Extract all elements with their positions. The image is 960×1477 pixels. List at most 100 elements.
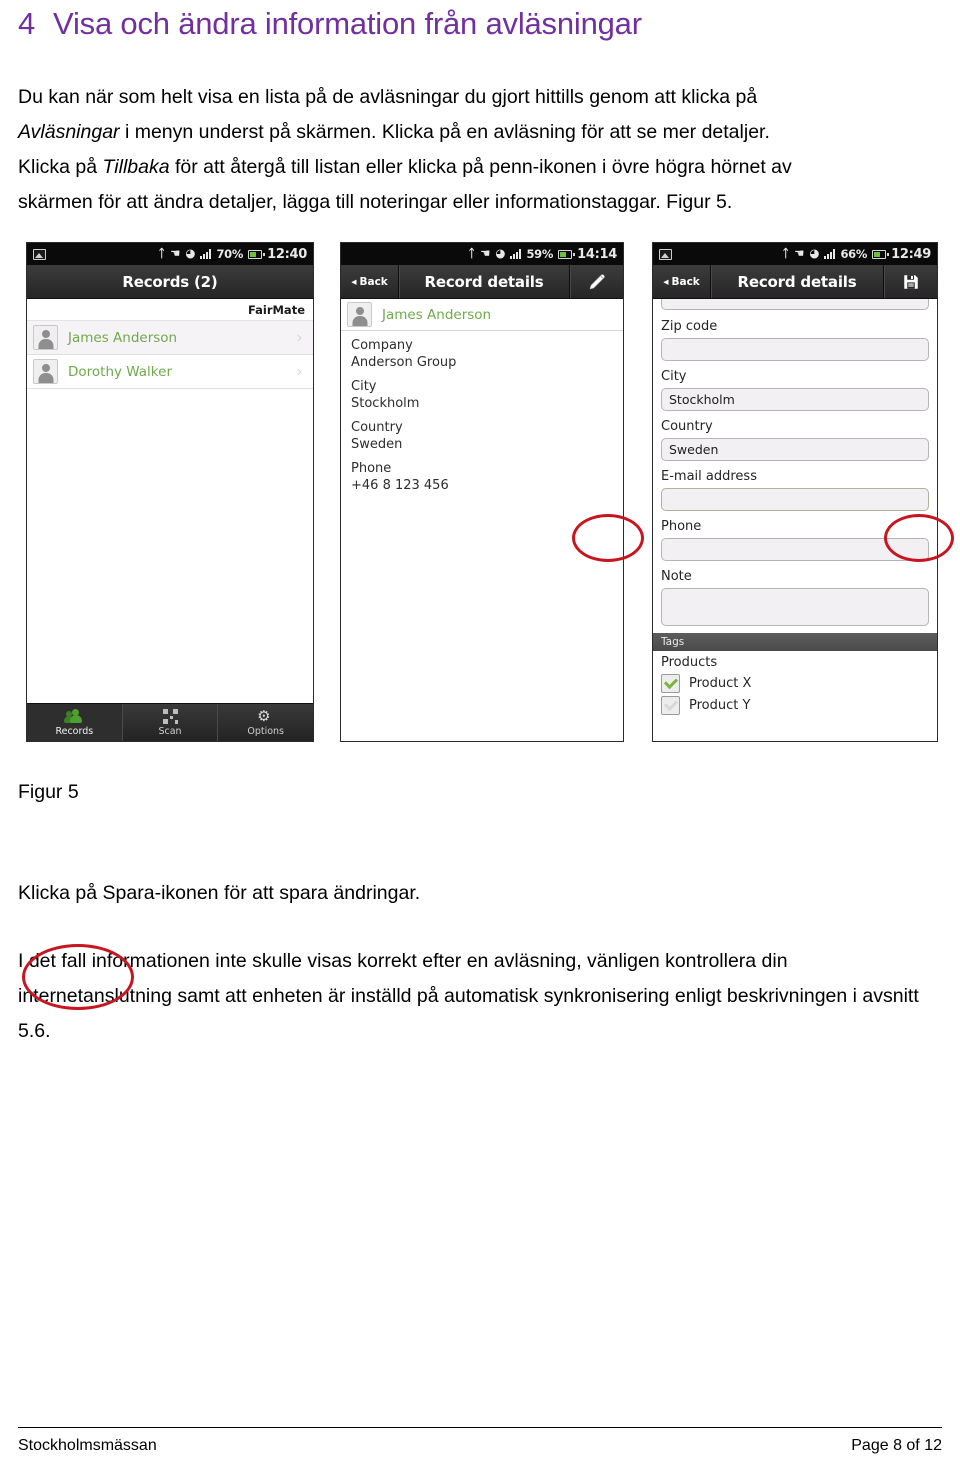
note-field[interactable] — [661, 588, 929, 626]
intro-line-1: Du kan när som helt visa en lista på de … — [18, 86, 758, 108]
wifi-icon: ◕ — [809, 246, 820, 261]
detail-value: Anderson Group — [351, 355, 457, 370]
intro-paragraph: Du kan när som helt visa en lista på de … — [18, 80, 942, 220]
screen-title: Record details — [424, 272, 544, 291]
field-label: City — [661, 369, 687, 384]
pencil-icon[interactable] — [569, 265, 623, 298]
page-footer: Stockholmsmässan Page 8 of 12 — [18, 1427, 942, 1455]
title-bar: ◂ Back Record details — [653, 265, 937, 299]
back-arrow-icon: ◂ — [351, 275, 357, 288]
status-bar: ᛏ ☚ ◕ 66% 12:49 — [653, 243, 937, 265]
signal-icon — [200, 249, 212, 259]
phone-screenshot-record-details: ᛏ ☚ ◕ 59% 14:14 ◂ Back Record details Ja… — [340, 242, 624, 742]
title-bar: ◂ Back Record details — [341, 265, 623, 299]
tab-options[interactable]: ⚙ Options — [218, 704, 313, 741]
intro-line-3b: för att återgå till listan eller klicka … — [169, 156, 792, 178]
tab-scan[interactable]: Scan — [123, 704, 219, 741]
checkbox-checked-icon[interactable] — [661, 674, 680, 693]
zip-code-field[interactable] — [661, 338, 929, 361]
brand-row: FairMate — [27, 299, 313, 321]
detail-label: City — [351, 379, 377, 394]
field-label: Country — [661, 419, 713, 434]
field-clipped-above[interactable] — [661, 299, 929, 310]
edit-form: Zip code City Stockholm Country Sweden E… — [653, 299, 937, 626]
list-item[interactable]: Dorothy Walker › — [27, 355, 313, 389]
country-field[interactable]: Sweden — [661, 438, 929, 461]
tab-label: Options — [247, 725, 284, 737]
gallery-icon — [33, 248, 46, 260]
detail-label: Company — [351, 338, 413, 353]
footer-page-number: Page 8 of 12 — [851, 1437, 942, 1454]
battery-percent: 70% — [216, 247, 244, 261]
back-button[interactable]: ◂ Back — [341, 265, 399, 298]
record-name: Dorothy Walker — [68, 363, 172, 380]
back-button[interactable]: ◂ Back — [653, 265, 711, 298]
qr-icon — [162, 708, 178, 724]
intro-line-4: skärmen för att ändra detaljer, lägga ti… — [18, 191, 733, 213]
title-bar: Records (2) — [27, 265, 313, 299]
field-label: Note — [661, 569, 692, 584]
tab-records[interactable]: Records — [27, 704, 123, 741]
tags-label: Tags — [661, 636, 685, 648]
list-empty-area — [27, 389, 313, 719]
status-clock: 14:14 — [577, 246, 617, 262]
field-label: Phone — [661, 519, 702, 534]
back-arrow-icon: ◂ — [663, 275, 669, 288]
bluetooth-icon: ᛏ — [782, 246, 790, 261]
field-label: E-mail address — [661, 469, 757, 484]
status-bar: ᛏ ☚ ◕ 59% 14:14 — [341, 243, 623, 265]
intro-line-3a: Klicka på — [18, 156, 103, 178]
detail-value: Sweden — [351, 437, 403, 452]
detail-value: +46 8 123 456 — [351, 478, 449, 493]
avatar — [33, 325, 58, 350]
signal-icon — [510, 249, 522, 259]
battery-icon — [558, 249, 575, 259]
figure-5-screenshots: ᛏ ☚ ◕ 70% 12:40 Records (2) FairMate Jam… — [18, 242, 954, 1010]
tab-label: Scan — [158, 725, 182, 737]
chevron-right-icon: › — [296, 361, 303, 382]
checkbox-unchecked-icon[interactable] — [661, 696, 680, 715]
save-instruction-paragraph: Klicka på Spara-ikonen för att spara änd… — [18, 882, 421, 904]
screen-title: Record details — [737, 272, 857, 291]
footer-left-text: Stockholmsmässan — [18, 1437, 157, 1454]
save-icon[interactable] — [883, 265, 937, 298]
wifi-icon: ◕ — [495, 246, 506, 261]
bottom-tab-bar: Records Scan ⚙ Options — [27, 703, 313, 741]
gear-icon: ⚙ — [257, 706, 271, 725]
products-label: Products — [661, 655, 718, 670]
emphasis-tillbaka: Tillbaka — [102, 156, 170, 178]
product-label: Product Y — [689, 698, 751, 713]
status-clock: 12:49 — [891, 246, 931, 262]
battery-icon — [248, 249, 265, 259]
bluetooth-icon: ᛏ — [158, 246, 166, 261]
avatar — [33, 359, 58, 384]
record-name: James Anderson — [68, 329, 178, 346]
detail-label: Country — [351, 420, 403, 435]
email-field[interactable] — [661, 488, 929, 511]
troubleshooting-paragraph: I det fall informationen inte skulle vis… — [18, 950, 919, 1042]
status-bar: ᛏ ☚ ◕ 70% 12:40 — [27, 243, 313, 265]
brand-label: FairMate — [247, 302, 305, 317]
screen-title: Records (2) — [122, 272, 218, 291]
detail-value: Stockholm — [351, 396, 420, 411]
emphasis-avlasningar: Avläsningar — [18, 121, 120, 143]
battery-percent: 59% — [526, 247, 554, 261]
battery-percent: 66% — [840, 247, 868, 261]
contact-header: James Anderson — [341, 299, 623, 331]
avatar — [347, 302, 372, 327]
product-row[interactable]: Product X — [653, 673, 937, 695]
page-title: 4 Visa och ändra information från avläsni… — [18, 4, 942, 44]
back-label: Back — [671, 275, 700, 288]
city-field[interactable]: Stockholm — [661, 388, 929, 411]
phone-field[interactable] — [661, 538, 929, 561]
document-page: 4 Visa och ändra information från avläsni… — [0, 4, 960, 1477]
list-item[interactable]: James Anderson › — [27, 321, 313, 355]
contact-name: James Anderson — [382, 306, 492, 323]
battery-icon — [872, 249, 889, 259]
vpn-icon: ☚ — [480, 246, 491, 261]
intro-line-2: i menyn underst på skärmen. Klicka på en… — [119, 121, 770, 143]
gallery-icon — [659, 248, 672, 260]
product-row[interactable]: Product Y — [653, 695, 937, 717]
phone-screenshot-record-edit: ᛏ ☚ ◕ 66% 12:49 ◂ Back Record details Zi… — [652, 242, 938, 742]
detail-label: Phone — [351, 461, 392, 476]
